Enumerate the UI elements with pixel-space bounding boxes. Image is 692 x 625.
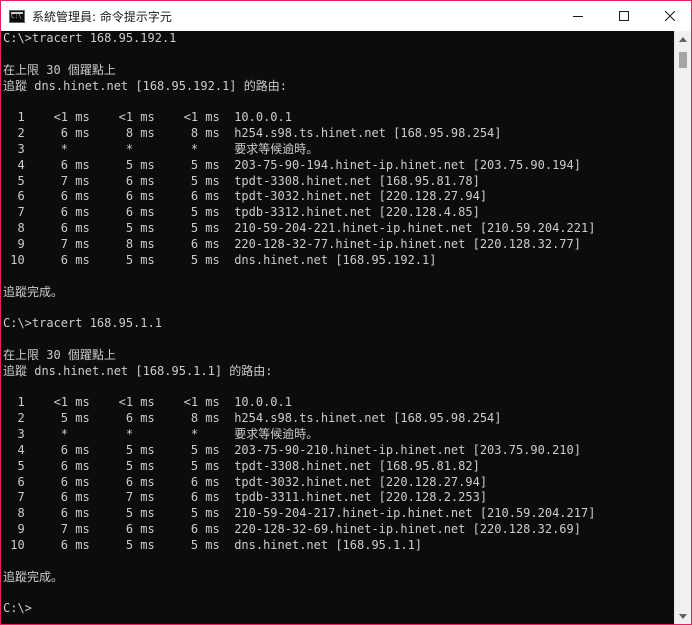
console-line: 7 6 ms 6 ms 5 ms tpdb-3312.hinet.net [22… xyxy=(3,205,480,220)
scroll-down-button[interactable] xyxy=(675,608,691,624)
console-line: 9 7 ms 8 ms 6 ms 220-128-32-77.hinet-ip.… xyxy=(3,236,581,251)
console-line: 10 6 ms 5 ms 5 ms dns.hinet.net [168.95.… xyxy=(3,252,437,267)
console-output[interactable]: C:\>tracert 168.95.192.1 在上限 30 個躍點上 追蹤 d… xyxy=(1,31,675,617)
vertical-scrollbar[interactable] xyxy=(674,31,691,624)
scroll-down-arrow-icon xyxy=(679,614,687,619)
console-line: 1 <1 ms <1 ms <1 ms 10.0.0.1 xyxy=(3,395,292,410)
scroll-up-button[interactable] xyxy=(675,31,691,48)
close-button[interactable] xyxy=(647,1,691,31)
console-line: C:\> xyxy=(3,601,32,616)
scroll-up-arrow-icon xyxy=(679,37,687,42)
console-line: 3 * * * 要求等候逾時。 xyxy=(3,141,319,156)
console-line: 6 6 ms 6 ms 6 ms tpdt-3032.hinet.net [22… xyxy=(3,189,488,204)
window-controls xyxy=(555,1,691,31)
scroll-thumb[interactable] xyxy=(679,52,687,68)
console-line: 追蹤 dns.hinet.net [168.95.1.1] 的路由: xyxy=(3,363,273,378)
console-line: 追蹤完成。 xyxy=(3,284,64,299)
minimize-button[interactable] xyxy=(555,1,601,31)
close-icon xyxy=(665,11,675,21)
console-line: 8 6 ms 5 ms 5 ms 210-59-204-217.hinet-ip… xyxy=(3,506,596,521)
console-line: 在上限 30 個躍點上 xyxy=(3,347,116,362)
window-title: 系統管理員: 命令提示字元 xyxy=(32,9,172,24)
console-line: C:\>tracert 168.95.1.1 xyxy=(3,316,162,331)
console-line: 追蹤 dns.hinet.net [168.95.192.1] 的路由: xyxy=(3,78,287,93)
console-line: 10 6 ms 5 ms 5 ms dns.hinet.net [168.95.… xyxy=(3,538,423,552)
console-line: 2 6 ms 8 ms 8 ms h254.s98.ts.hinet.net [… xyxy=(3,126,502,141)
maximize-button[interactable] xyxy=(601,1,647,31)
console-line: 在上限 30 個躍點上 xyxy=(3,62,116,77)
console-line: 追蹤完成。 xyxy=(3,569,64,584)
console-line: 1 <1 ms <1 ms <1 ms 10.0.0.1 xyxy=(3,110,292,125)
console-line: C:\>tracert 168.95.192.1 xyxy=(3,31,177,45)
minimize-icon xyxy=(573,16,583,17)
console-line: 2 5 ms 6 ms 8 ms h254.s98.ts.hinet.net [… xyxy=(3,411,502,426)
title-bar[interactable]: 系統管理員: 命令提示字元 xyxy=(1,0,691,31)
console-line: 6 6 ms 6 ms 6 ms tpdt-3032.hinet.net [22… xyxy=(3,474,488,489)
maximize-icon xyxy=(619,11,629,21)
console-line: 5 6 ms 5 ms 5 ms tpdt-3308.hinet.net [16… xyxy=(3,458,480,473)
console-line: 5 7 ms 6 ms 5 ms tpdt-3308.hinet.net [16… xyxy=(3,173,480,188)
console-line: 7 6 ms 7 ms 6 ms tpdb-3311.hinet.net [22… xyxy=(3,490,488,505)
console-line: 3 * * * 要求等候逾時。 xyxy=(3,427,319,442)
console-line: 9 7 ms 6 ms 6 ms 220-128-32-69.hinet-ip.… xyxy=(3,522,581,537)
console-app-icon[interactable] xyxy=(9,9,25,23)
console-line: 8 6 ms 5 ms 5 ms 210-59-204-221.hinet-ip… xyxy=(3,221,596,236)
command-prompt-window: 系統管理員: 命令提示字元 C:\>tracert 168.95.192.1 xyxy=(0,0,692,625)
console-line: 4 6 ms 5 ms 5 ms 203-75-90-194.hinet-ip.… xyxy=(3,157,581,172)
console-area[interactable]: C:\>tracert 168.95.192.1 在上限 30 個躍點上 追蹤 d… xyxy=(1,31,675,624)
console-line: 4 6 ms 5 ms 5 ms 203-75-90-210.hinet-ip.… xyxy=(3,442,581,457)
